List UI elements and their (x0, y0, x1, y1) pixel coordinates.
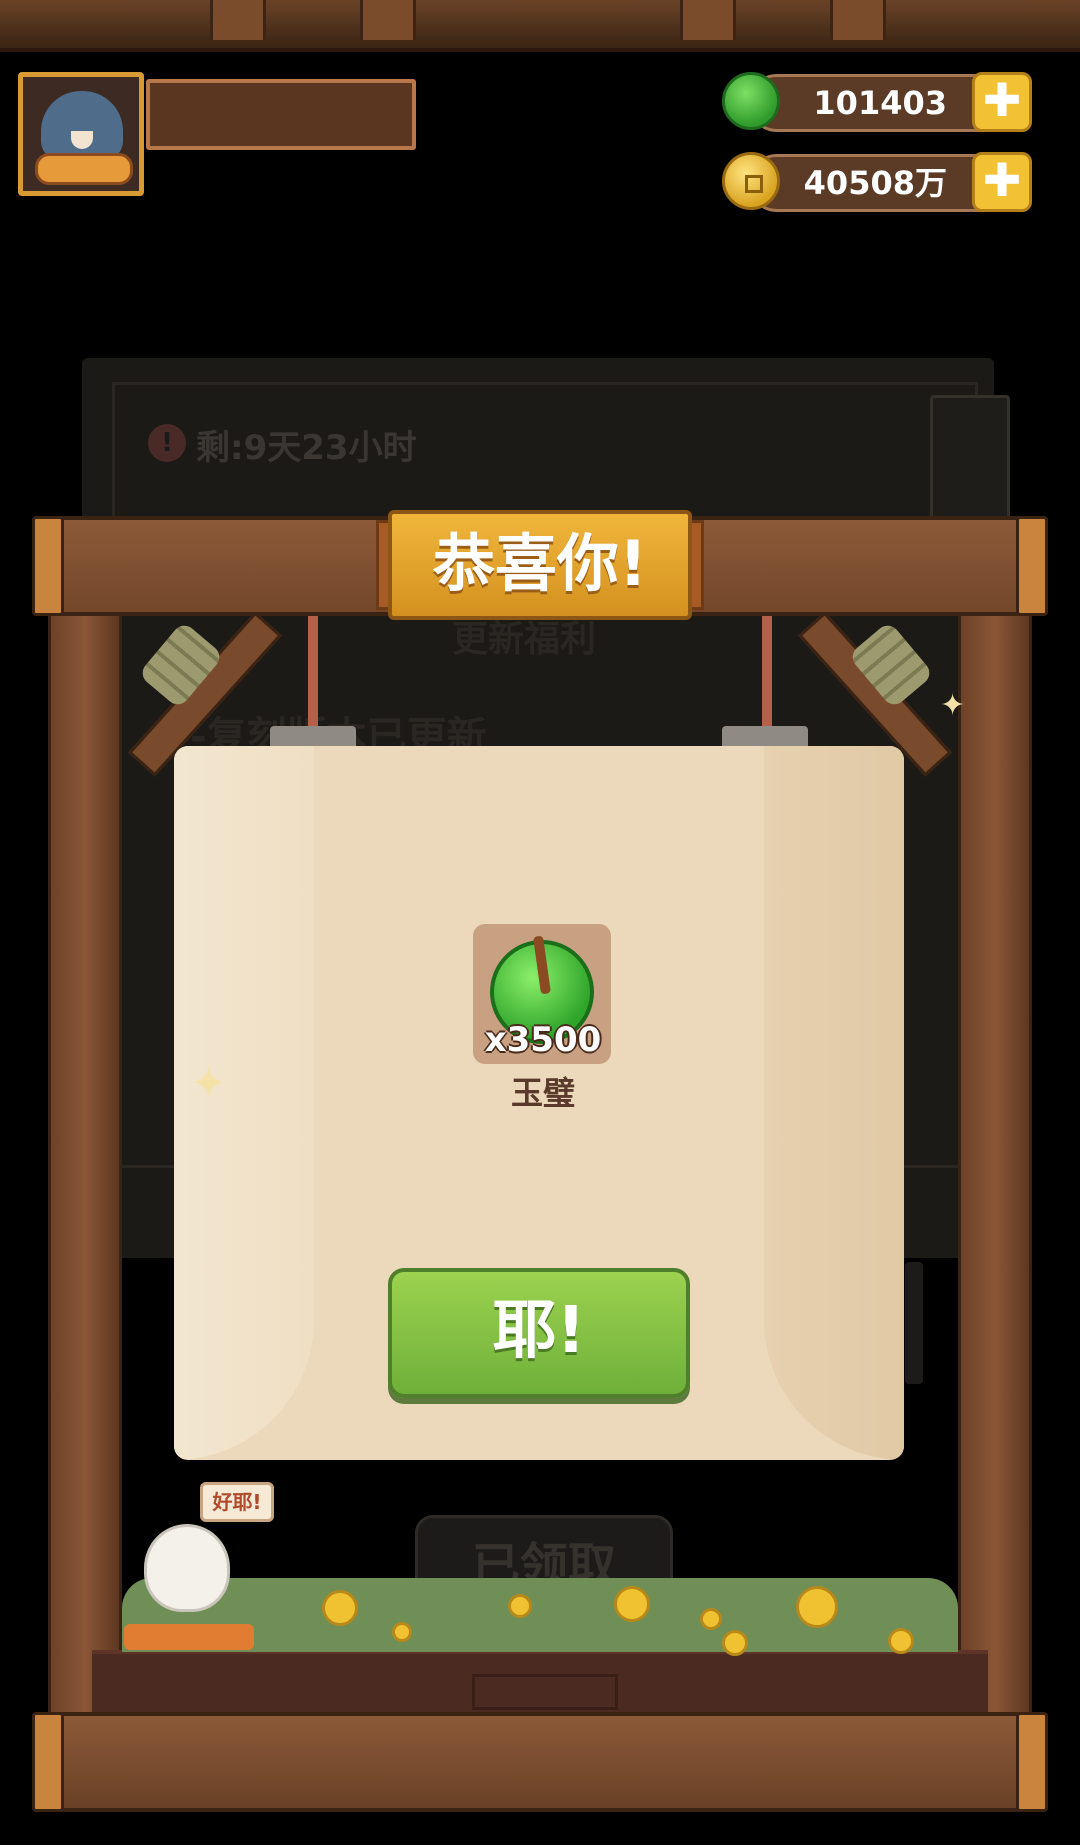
top-decor-bar (0, 0, 1080, 52)
confirm-button[interactable]: 耶! (388, 1268, 690, 1398)
base-ornament (472, 1674, 618, 1710)
coin-flower-icon (722, 1630, 748, 1656)
sparkle-icon: ✦ (940, 688, 966, 723)
shark-character-icon (41, 91, 123, 161)
coin-flower-icon (322, 1590, 358, 1626)
beam-cap-right (1016, 1712, 1048, 1812)
frame-bottom-beam (32, 1712, 1048, 1812)
board-side-handle (905, 1262, 923, 1384)
coin-icon (722, 152, 780, 210)
top-beam (830, 0, 886, 40)
coin-amount: 40508万 (803, 164, 947, 202)
sparkle-icon: ✦ (190, 1058, 227, 1109)
coin-flower-icon (508, 1594, 532, 1618)
chick-mascot (144, 1524, 230, 1612)
top-beam (680, 0, 736, 40)
top-beam (360, 0, 416, 40)
reward-name: 玉璧 (510, 1074, 575, 1112)
reward-quantity: x3500 (484, 1020, 602, 1060)
top-beam (210, 0, 266, 40)
swim-ring (35, 153, 133, 185)
event-timer: 剩:9天23小时 (196, 428, 417, 468)
congrats-title-banner: 恭喜你! (388, 510, 692, 620)
coin-flower-icon (796, 1586, 838, 1628)
alert-icon: ! (148, 424, 186, 462)
coin-flower-icon (700, 1608, 722, 1630)
jade-disc-icon (722, 72, 780, 130)
add-jade-button[interactable]: ✚ (972, 72, 1032, 132)
mascot-speech-bubble: 好耶! (200, 1482, 274, 1522)
beam-cap-right (1016, 516, 1048, 616)
coin-flower-icon (392, 1622, 412, 1642)
beam-cap-left (32, 1712, 64, 1812)
hanger-rope-left (308, 616, 318, 726)
player-avatar[interactable] (18, 72, 144, 196)
log-perch (124, 1624, 254, 1650)
coin-flower-icon (614, 1586, 650, 1622)
frame-post-right (958, 600, 1032, 1720)
hanger-rope-right (762, 616, 772, 726)
jade-amount: 101403 (813, 84, 947, 122)
add-coins-button[interactable]: ✚ (972, 152, 1032, 212)
curtain-right (764, 746, 904, 1460)
frame-post-left (48, 600, 122, 1720)
coin-flower-icon (888, 1628, 914, 1654)
beam-cap-left (32, 516, 64, 616)
player-name-bar[interactable] (146, 79, 416, 150)
